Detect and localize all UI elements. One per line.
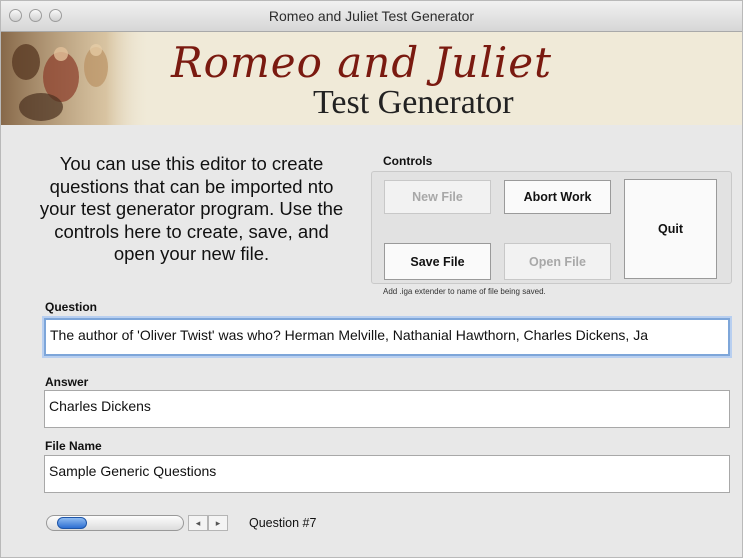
- answer-label: Answer: [45, 375, 89, 389]
- app-window: Romeo and Juliet Test Generator Romeo an…: [0, 0, 743, 558]
- quit-button[interactable]: Quit: [624, 179, 717, 279]
- question-scroll-slider[interactable]: [46, 515, 184, 531]
- save-file-button[interactable]: Save File: [384, 243, 491, 280]
- scroll-thumb[interactable]: [57, 517, 87, 529]
- file-name-input[interactable]: Sample Generic Questions: [44, 455, 730, 493]
- question-counter: Question #7: [249, 516, 317, 530]
- controls-group-label: Controls: [383, 154, 433, 168]
- save-hint-text: Add .iga extender to name of file being …: [383, 287, 546, 296]
- question-input[interactable]: The author of 'Oliver Twist' was who? He…: [44, 318, 730, 356]
- next-question-arrow-icon[interactable]: ▸: [208, 515, 228, 531]
- banner-title-romeo-juliet: Romeo and Juliet: [171, 38, 553, 87]
- banner: Romeo and Juliet Test Generator: [1, 32, 742, 125]
- abort-work-button[interactable]: Abort Work: [504, 180, 611, 214]
- new-file-button[interactable]: New File: [384, 180, 491, 214]
- banner-title-test-generator: Test Generator: [313, 84, 514, 121]
- answer-input[interactable]: Charles Dickens: [44, 390, 730, 428]
- controls-group: New File Abort Work Quit Save File Open …: [371, 171, 732, 284]
- window-title: Romeo and Juliet Test Generator: [268, 8, 475, 24]
- open-file-button[interactable]: Open File: [504, 243, 611, 280]
- banner-painting-image: [1, 32, 151, 125]
- previous-question-arrow-icon[interactable]: ◂: [188, 515, 208, 531]
- file-name-label: File Name: [45, 439, 102, 453]
- intro-text: You can use this editor to create questi…: [39, 153, 344, 264]
- title-bar[interactable]: Romeo and Juliet Test Generator: [1, 1, 742, 32]
- question-label: Question: [45, 300, 98, 314]
- question-stepper: ◂ ▸: [188, 515, 228, 531]
